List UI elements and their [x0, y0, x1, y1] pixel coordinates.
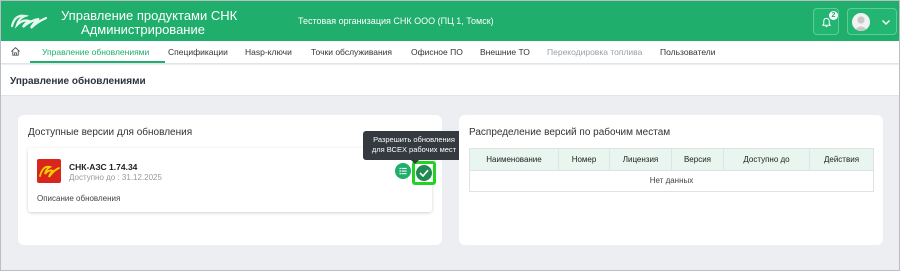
table-header: Наименование Номер Лицензия Версия Досту… — [470, 149, 873, 171]
checkmark-icon — [419, 169, 429, 177]
app-title-line1: Управление продуктами СНК — [61, 8, 238, 23]
allow-all-updates-button[interactable] — [412, 161, 436, 185]
tab-update-management[interactable]: Управление обновлениями — [42, 47, 149, 57]
empty-state-text: Нет данных — [649, 176, 694, 185]
notifications-button[interactable]: 2 — [813, 8, 839, 35]
available-versions-title: Доступные версии для обновления — [28, 127, 193, 138]
tab-hasp-keys[interactable]: Hasp-ключи — [245, 47, 292, 57]
snk-logo-icon[interactable] — [9, 10, 49, 32]
product-logo-icon — [37, 159, 61, 183]
column-header-available-until[interactable]: Доступно до — [724, 149, 810, 171]
main-nav: Управление обновлениями Спецификации Has… — [1, 41, 899, 64]
version-distribution-card: Распределение версий по рабочим местам Н… — [459, 115, 883, 245]
column-header-actions: Действия — [823, 155, 860, 164]
page-title-bar: Управление обновлениями — [1, 65, 899, 96]
tab-office-software[interactable]: Офисное ПО — [411, 47, 463, 57]
allow-updates-tooltip: Разрешить обновления для ВСЕХ рабочих ме… — [363, 131, 465, 160]
tooltip-line1: Разрешить обновления — [373, 135, 455, 144]
tab-service-points[interactable]: Точки обслуживания — [311, 47, 392, 57]
table-body: Нет данных — [470, 171, 873, 191]
page-title: Управление обновлениями — [10, 76, 146, 87]
chevron-down-icon — [882, 20, 890, 25]
home-icon[interactable] — [10, 46, 21, 57]
tooltip-line2: для ВСЕХ рабочих мест — [371, 145, 457, 154]
column-header-number[interactable]: Номер — [559, 149, 610, 171]
version-name: СНК-АЗС 1.74.34 — [69, 162, 138, 172]
app-title: Управление продуктами СНК Администрирова… — [61, 9, 237, 37]
workplaces-list-button[interactable] — [395, 163, 411, 179]
user-avatar-icon — [854, 16, 868, 31]
user-menu-button[interactable] — [847, 8, 897, 35]
active-tab-indicator — [30, 61, 165, 63]
column-header-license[interactable]: Лицензия — [610, 149, 672, 171]
distribution-table: Наименование Номер Лицензия Версия Досту… — [469, 148, 874, 192]
version-available-until: Доступно до : 31.12.2025 — [69, 173, 162, 182]
tooltip-arrow — [411, 160, 419, 164]
avatar — [852, 13, 870, 31]
notification-count-badge: 2 — [829, 11, 838, 20]
tab-specifications[interactable]: Спецификации — [168, 47, 228, 57]
tab-users[interactable]: Пользователи — [660, 47, 715, 57]
version-description: Описание обновления — [37, 194, 121, 203]
tab-fuel-recoding: Перекодировка топлива — [547, 47, 643, 57]
app-frame: Управление продуктами СНК Администрирова… — [0, 0, 900, 271]
distribution-title: Распределение версий по рабочим местам — [469, 127, 671, 138]
tab-external-service[interactable]: Внешние ТО — [480, 47, 530, 57]
list-icon — [399, 167, 407, 175]
column-header-version[interactable]: Версия — [672, 149, 724, 171]
app-title-line2: Администрирование — [81, 22, 205, 37]
top-header: Управление продуктами СНК Администрирова… — [1, 1, 899, 41]
column-header-name[interactable]: Наименование — [470, 149, 559, 171]
organization-label: Тестовая организация СНК ООО (ПЦ 1, Томс… — [298, 16, 494, 26]
